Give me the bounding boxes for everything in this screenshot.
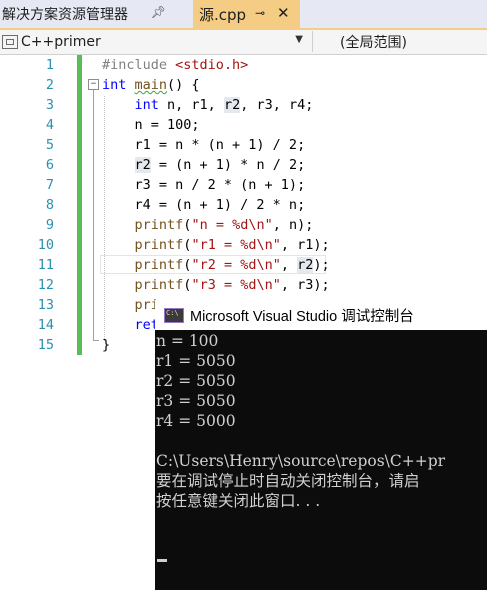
line-number: 15 — [37, 337, 54, 353]
console-line: n = 100 — [156, 332, 219, 350]
line-number: 13 — [37, 297, 54, 313]
code-line[interactable]: printf("r3 = %d\n", r3); — [102, 277, 330, 293]
line-number: 5 — [45, 137, 54, 153]
code-line[interactable]: int main() { — [102, 77, 200, 93]
line-number: 2 — [45, 77, 54, 93]
line-number: 12 — [37, 277, 54, 293]
line-number: 10 — [37, 237, 54, 253]
text-cursor — [157, 559, 167, 562]
code-line[interactable]: printf("r2 = %d\n", r2); — [102, 257, 330, 273]
code-line[interactable]: r4 = (n + 1) / 2 * n; — [102, 197, 306, 213]
code-line[interactable]: } — [102, 337, 110, 353]
document-tab-bar: 解决方案资源管理器 📌︎ 源.cpp ⊸ ✕ — [0, 0, 487, 30]
collapse-icon[interactable]: − — [88, 79, 99, 90]
code-line[interactable]: r3 = n / 2 * (n + 1); — [102, 177, 306, 193]
line-number: 8 — [45, 197, 54, 213]
console-line: r2 = 5050 — [156, 372, 236, 390]
console-line: r4 = 5000 — [156, 412, 236, 430]
pin-icon[interactable]: ⊸ — [255, 6, 265, 20]
project-icon — [2, 34, 18, 49]
tab-label: 源.cpp — [199, 5, 247, 24]
tab-source-cpp[interactable]: 源.cpp ⊸ ✕ — [193, 0, 300, 28]
tab-label: 解决方案资源管理器 — [2, 7, 128, 23]
outline-line — [93, 90, 94, 340]
project-name: C++primer — [21, 33, 101, 50]
line-number: 1 — [45, 57, 54, 73]
change-tracking-bar — [77, 55, 82, 355]
chevron-down-icon[interactable]: ▼ — [295, 34, 303, 45]
console-line: r1 = 5050 — [156, 352, 236, 370]
console-line: 按任意键关闭此窗口. . . — [156, 492, 321, 510]
line-number: 6 — [45, 157, 54, 173]
code-line[interactable]: r1 = n * (n + 1) / 2; — [102, 137, 306, 153]
console-title: Microsoft Visual Studio 调试控制台 — [190, 308, 414, 325]
console-title-bar[interactable]: Microsoft Visual Studio 调试控制台 — [155, 300, 487, 330]
console-icon — [164, 307, 184, 323]
tab-solution-explorer[interactable]: 解决方案资源管理器 📌︎ — [0, 0, 182, 28]
navigation-bar: C++primer ▼ (全局范围) — [0, 30, 487, 55]
code-line[interactable]: printf("n = %d\n", n); — [102, 217, 314, 233]
line-number: 9 — [45, 217, 54, 233]
line-number: 7 — [45, 177, 54, 193]
code-line[interactable]: r2 = (n + 1) * n / 2; — [102, 157, 305, 173]
code-line[interactable]: ret — [102, 317, 159, 333]
console-output[interactable]: n = 100 r1 = 5050 r2 = 5050 r3 = 5050 r4… — [156, 331, 487, 562]
line-number: 14 — [37, 317, 54, 333]
code-line[interactable]: pri — [102, 297, 159, 313]
code-line[interactable]: int n, r1, r2, r3, r4; — [102, 97, 313, 113]
scope-label: (全局范围) — [340, 34, 407, 51]
code-line[interactable]: #include <stdio.h> — [102, 57, 248, 73]
console-line: r3 = 5050 — [156, 392, 236, 410]
console-line: C:\Users\Henry\source\repos\C++pr — [156, 452, 446, 470]
outline-end — [93, 340, 99, 341]
project-dropdown[interactable]: C++primer ▼ — [0, 31, 305, 52]
line-number: 4 — [45, 117, 54, 133]
code-line[interactable]: n = 100; — [102, 117, 200, 133]
pin-icon[interactable]: 📌︎ — [151, 5, 166, 19]
line-number: 3 — [45, 97, 54, 113]
console-line: 要在调试停止时自动关闭控制台，请启 — [156, 472, 420, 490]
debug-console-window[interactable]: Microsoft Visual Studio 调试控制台 n = 100 r1… — [155, 300, 487, 590]
scope-dropdown[interactable]: (全局范围) — [312, 31, 487, 52]
line-number: 11 — [37, 257, 54, 273]
code-line[interactable]: printf("r1 = %d\n", r1); — [102, 237, 330, 253]
close-icon[interactable]: ✕ — [277, 4, 290, 22]
